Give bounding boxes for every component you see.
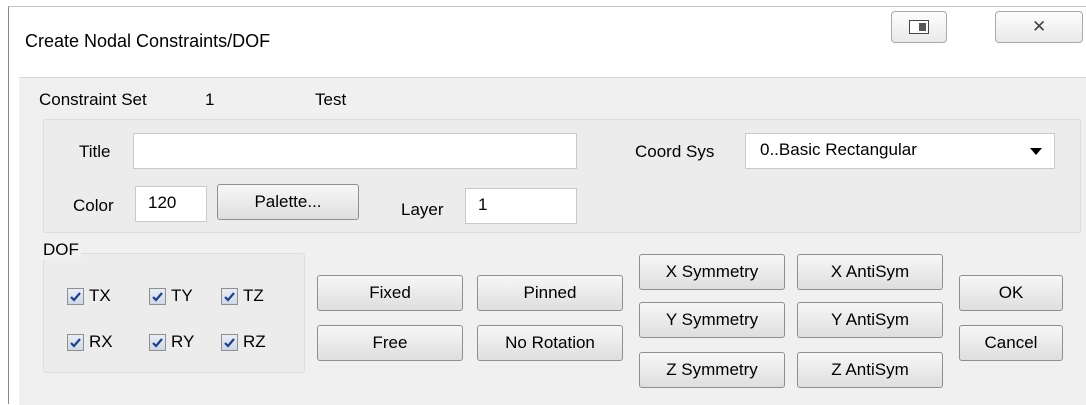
checkmark-icon — [70, 291, 81, 302]
window-options-button[interactable] — [891, 11, 947, 43]
coord-sys-label: Coord Sys — [635, 142, 715, 161]
checkbox-ty[interactable]: TY — [149, 286, 193, 306]
checkbox-tx-label: TX — [89, 286, 111, 305]
y-symmetry-button[interactable]: Y Symmetry — [639, 302, 785, 338]
fixed-button[interactable]: Fixed — [317, 275, 463, 311]
close-icon: ✕ — [1032, 17, 1047, 36]
checkmark-icon — [152, 337, 163, 348]
checkbox-rz-box[interactable] — [221, 333, 238, 351]
checkbox-rz-label: RZ — [243, 332, 266, 351]
checkbox-ry-box[interactable] — [149, 333, 166, 351]
ok-button[interactable]: OK — [959, 275, 1063, 311]
title-label: Title — [79, 142, 111, 161]
checkmark-icon — [224, 291, 235, 302]
coord-sys-select[interactable]: 0..Basic Rectangular — [745, 133, 1055, 169]
chevron-down-icon — [1030, 148, 1042, 155]
coord-sys-value: 0..Basic Rectangular — [760, 140, 917, 159]
constraint-set-number: 1 — [205, 90, 215, 109]
checkbox-tx[interactable]: TX — [67, 286, 111, 306]
color-label: Color — [73, 196, 114, 215]
window-title: Create Nodal Constraints/DOF — [25, 31, 271, 51]
x-antisym-button[interactable]: X AntiSym — [797, 254, 943, 290]
checkbox-rx[interactable]: RX — [67, 332, 113, 352]
checkbox-ry[interactable]: RY — [149, 332, 194, 352]
constraint-set-label: Constraint Set — [39, 90, 147, 109]
checkmark-icon — [152, 291, 163, 302]
z-antisym-button[interactable]: Z AntiSym — [797, 352, 943, 388]
x-symmetry-button[interactable]: X Symmetry — [639, 254, 785, 290]
dof-group — [43, 253, 305, 373]
y-antisym-button[interactable]: Y AntiSym — [797, 302, 943, 338]
free-button[interactable]: Free — [317, 325, 463, 361]
palette-button[interactable]: Palette... — [217, 184, 359, 220]
constraint-set-name: Test — [315, 90, 347, 109]
window-close-button[interactable]: ✕ — [995, 11, 1083, 43]
checkbox-ry-label: RY — [171, 332, 195, 351]
cancel-button[interactable]: Cancel — [959, 325, 1063, 361]
checkmark-icon — [224, 337, 235, 348]
dof-group-label: DOF — [41, 240, 81, 260]
checkbox-ty-box[interactable] — [149, 287, 166, 305]
pinned-button[interactable]: Pinned — [477, 275, 623, 311]
dialog-client-area: Constraint Set 1 Test Title Coord Sys 0.… — [19, 77, 1086, 405]
checkbox-tz-box[interactable] — [221, 287, 238, 305]
layer-input[interactable]: 1 — [465, 188, 577, 224]
checkbox-tz-label: TZ — [243, 286, 264, 305]
dialog-window: Create Nodal Constraints/DOF ✕ Constrain… — [8, 6, 1086, 405]
checkbox-ty-label: TY — [171, 286, 193, 305]
z-symmetry-button[interactable]: Z Symmetry — [639, 352, 785, 388]
no-rotation-button[interactable]: No Rotation — [477, 325, 623, 361]
checkmark-icon — [70, 337, 81, 348]
title-input[interactable] — [133, 133, 577, 169]
checkbox-rx-box[interactable] — [67, 333, 84, 351]
checkbox-tx-box[interactable] — [67, 287, 84, 305]
checkbox-rx-label: RX — [89, 332, 113, 351]
color-input[interactable]: 120 — [135, 186, 207, 222]
checkbox-rz[interactable]: RZ — [221, 332, 266, 352]
checkbox-tz[interactable]: TZ — [221, 286, 264, 306]
window-options-icon — [909, 20, 929, 34]
layer-label: Layer — [401, 200, 444, 219]
